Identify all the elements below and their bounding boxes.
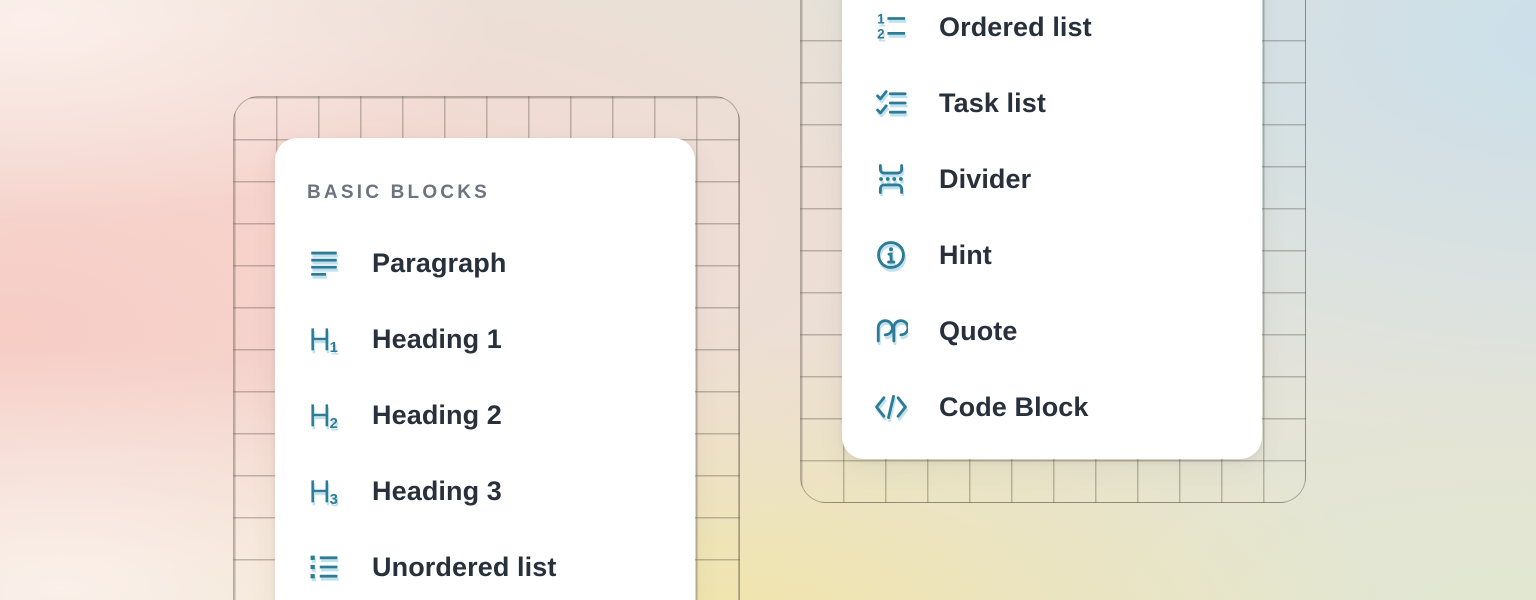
menu-item-task-list[interactable]: Task list (874, 65, 1262, 141)
menu-item-code-block[interactable]: Code Block (874, 369, 1262, 445)
menu-item-quote[interactable]: Quote (874, 293, 1262, 369)
menu-item-paragraph[interactable]: Paragraph (307, 225, 695, 301)
menu-item-label: Code Block (939, 392, 1089, 423)
paragraph-icon (307, 246, 341, 280)
menu-item-hint[interactable]: Hint (874, 217, 1262, 293)
menu-item-label: Quote (939, 316, 1018, 347)
svg-text:1: 1 (877, 12, 885, 27)
svg-text:2: 2 (330, 416, 338, 432)
menu-item-ordered-list[interactable]: 1 2 1 2 Ordered list (874, 0, 1262, 65)
menu-item-label: Paragraph (372, 248, 506, 279)
svg-text:3: 3 (330, 492, 338, 508)
menu-item-label: Hint (939, 240, 992, 271)
menu-item-divider[interactable]: Divider (874, 141, 1262, 217)
menu-item-label: Divider (939, 164, 1031, 195)
menu-item-heading-2[interactable]: 2 2 Heading 2 (307, 377, 695, 453)
svg-text:1: 1 (330, 340, 338, 356)
ordered-list-icon: 1 2 1 2 (874, 10, 908, 44)
heading-2-icon: 2 2 (307, 398, 341, 432)
menu-item-label: Heading 2 (372, 400, 502, 431)
block-menu-illustration: BASIC BLOCKS Paragraph (0, 0, 1536, 600)
menu-item-heading-1[interactable]: 1 1 Heading 1 (307, 301, 695, 377)
menu-item-label: Ordered list (939, 12, 1092, 43)
quote-icon (874, 314, 908, 348)
menu-item-label: Task list (939, 88, 1046, 119)
unordered-list-icon (307, 550, 341, 584)
heading-1-icon: 1 1 (307, 322, 341, 356)
hint-icon (874, 238, 908, 272)
divider-icon (874, 162, 908, 196)
menu-item-label: Heading 1 (372, 324, 502, 355)
menu-item-label: Heading 3 (372, 476, 502, 507)
heading-3-icon: 3 3 (307, 474, 341, 508)
menu-item-heading-3[interactable]: 3 3 Heading 3 (307, 453, 695, 529)
svg-text:2: 2 (877, 27, 884, 42)
basic-blocks-menu-card: BASIC BLOCKS Paragraph (275, 138, 695, 600)
code-block-icon (874, 390, 908, 424)
menu-item-label: Unordered list (372, 552, 556, 583)
section-label: BASIC BLOCKS (307, 182, 695, 204)
menu-item-unordered-list[interactable]: Unordered list (307, 529, 695, 600)
more-blocks-menu-card: 1 2 1 2 Ordered list (842, 0, 1262, 459)
task-list-icon (874, 86, 908, 120)
